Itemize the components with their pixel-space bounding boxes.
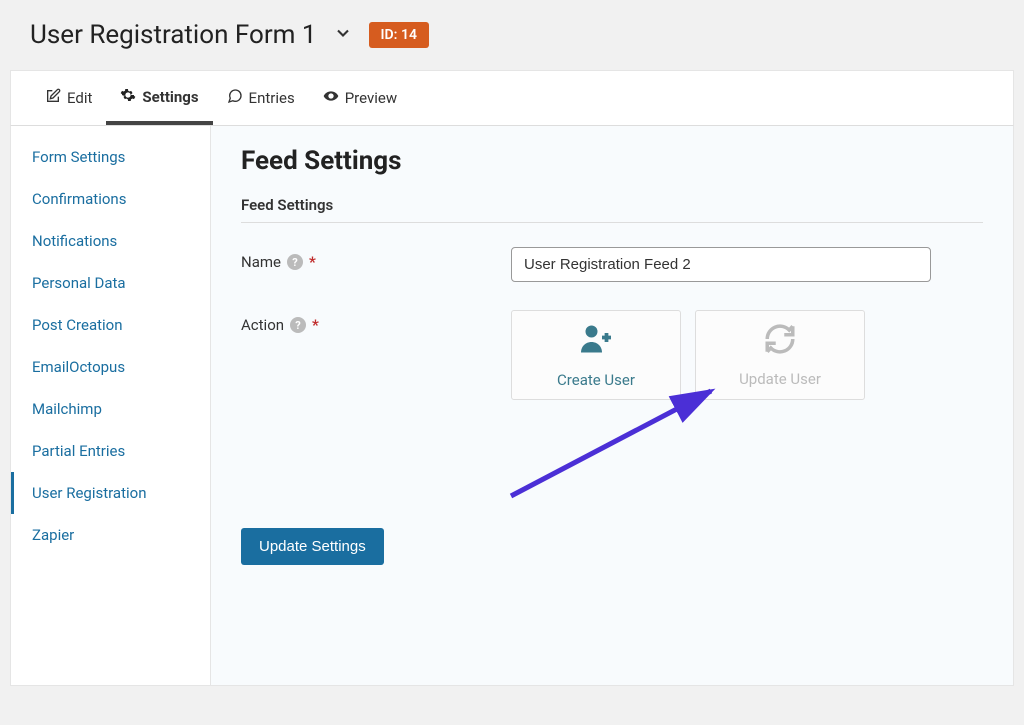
sidebar-item-mailchimp[interactable]: Mailchimp: [11, 388, 210, 430]
tab-label: Edit: [67, 89, 92, 107]
user-plus-icon: [578, 321, 614, 365]
section-label: Feed Settings: [241, 196, 983, 223]
help-icon[interactable]: ?: [290, 317, 306, 333]
page-header: User Registration Form 1 ID: 14: [0, 0, 1024, 60]
name-input[interactable]: [511, 247, 931, 282]
settings-sidebar: Form Settings Confirmations Notification…: [11, 126, 211, 685]
content-panel: Feed Settings Feed Settings Name ? * Act…: [211, 126, 1013, 685]
body: Form Settings Confirmations Notification…: [10, 126, 1014, 686]
tab-settings[interactable]: Settings: [106, 71, 212, 125]
content-heading: Feed Settings: [241, 146, 983, 176]
row-name: Name ? *: [241, 247, 983, 282]
edit-icon: [45, 88, 61, 108]
sidebar-item-confirmations[interactable]: Confirmations: [11, 178, 210, 220]
update-settings-button[interactable]: Update Settings: [241, 528, 384, 565]
name-label: Name ? *: [241, 247, 511, 271]
form-title: User Registration Form 1: [30, 20, 317, 50]
form-id-badge: ID: 14: [369, 22, 429, 48]
help-icon[interactable]: ?: [287, 254, 303, 270]
sidebar-item-emailoctopus[interactable]: EmailOctopus: [11, 346, 210, 388]
row-action: Action ? * Create User Update User: [241, 310, 983, 400]
comment-icon: [227, 88, 243, 108]
sidebar-item-post-creation[interactable]: Post Creation: [11, 304, 210, 346]
eye-icon: [323, 88, 339, 108]
sidebar-item-zapier[interactable]: Zapier: [11, 514, 210, 556]
action-card-label: Update User: [739, 370, 821, 388]
tab-bar: Edit Settings Entries Preview: [10, 70, 1014, 126]
tab-edit[interactable]: Edit: [31, 71, 106, 125]
name-label-text: Name: [241, 253, 281, 271]
action-card-label: Create User: [557, 371, 635, 389]
required-marker: *: [309, 253, 316, 271]
action-create-user[interactable]: Create User: [511, 310, 681, 400]
refresh-icon: [763, 322, 797, 364]
sidebar-item-user-registration[interactable]: User Registration: [11, 472, 210, 514]
sidebar-item-personal-data[interactable]: Personal Data: [11, 262, 210, 304]
action-options: Create User Update User: [511, 310, 865, 400]
sidebar-item-form-settings[interactable]: Form Settings: [11, 136, 210, 178]
sidebar-item-notifications[interactable]: Notifications: [11, 220, 210, 262]
tab-label: Entries: [249, 89, 295, 107]
required-marker: *: [312, 316, 319, 334]
tab-preview[interactable]: Preview: [309, 71, 411, 125]
tab-entries[interactable]: Entries: [213, 71, 309, 125]
action-label: Action ? *: [241, 310, 511, 334]
gear-icon: [120, 87, 136, 107]
tab-label: Preview: [345, 89, 397, 107]
tab-label: Settings: [142, 88, 198, 106]
sidebar-item-partial-entries[interactable]: Partial Entries: [11, 430, 210, 472]
form-switcher-chevron-icon[interactable]: [333, 23, 353, 48]
action-update-user[interactable]: Update User: [695, 310, 865, 400]
action-label-text: Action: [241, 316, 284, 334]
